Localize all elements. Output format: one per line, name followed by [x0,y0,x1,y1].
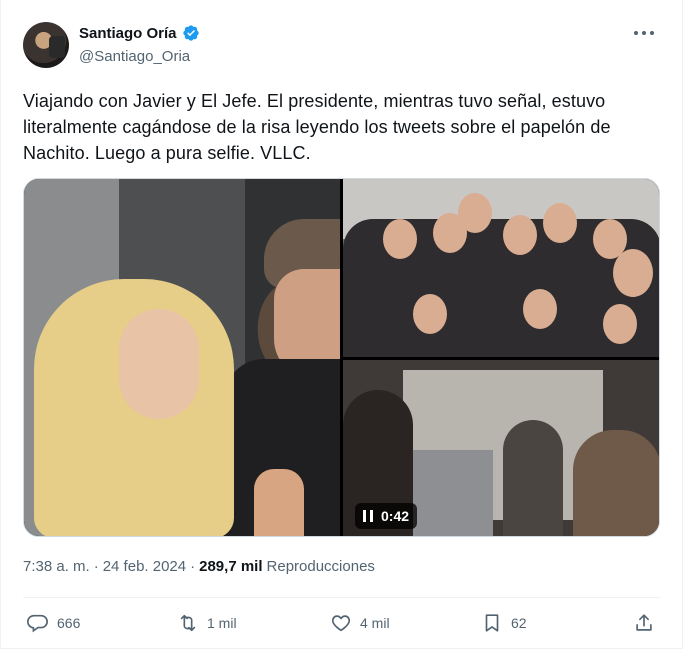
author-name-row: Santiago Oría [79,24,200,42]
tweet-card: Santiago Oría @Santiago_Oria Viajando co… [0,0,683,649]
video-duration: 0:42 [381,508,410,524]
video-thumbnail[interactable]: 0:42 [343,360,659,536]
share-icon [636,614,652,631]
views-label: Reproducciones [266,558,375,575]
views-count: 289,7 mil [199,558,263,575]
tweet-time[interactable]: 7:38 a. m. [23,558,90,575]
author-handle[interactable]: @Santiago_Oria [79,48,190,65]
pause-icon [363,510,373,522]
meta-separator: · [190,558,196,575]
tweet-date[interactable]: 24 feb. 2024 [103,558,186,575]
more-icon[interactable] [634,26,654,40]
meta-separator: · [93,558,99,575]
author-display-name[interactable]: Santiago Oría [79,25,177,42]
action-bar: 666 1 mil 4 mil 62 [27,608,657,638]
repost-count: 1 mil [207,615,237,631]
group-photo[interactable] [343,179,659,357]
divider [23,597,660,598]
video-duration-badge[interactable]: 0:42 [355,503,418,529]
tweet-meta: 7:38 a. m. · 24 feb. 2024 · 289,7 mil Re… [23,558,375,575]
selfie-photo[interactable] [24,179,340,536]
like-count: 4 mil [360,615,390,631]
heart-icon [331,615,351,632]
bookmark-icon [485,614,499,632]
repost-icon [180,614,196,632]
repost-button[interactable]: 1 mil [177,608,237,638]
tweet-text: Viajando con Javier y El Jefe. El presid… [23,91,611,163]
reply-icon [27,614,48,633]
reply-button[interactable]: 666 [27,608,80,638]
bookmark-count: 62 [511,615,527,631]
verified-badge-icon [182,25,199,41]
reply-count: 666 [57,615,81,631]
like-button[interactable]: 4 mil [330,608,390,638]
media-grid: 0:42 [23,178,660,537]
avatar[interactable] [23,22,69,68]
share-button[interactable] [633,608,655,638]
bookmark-button[interactable]: 62 [481,608,527,638]
